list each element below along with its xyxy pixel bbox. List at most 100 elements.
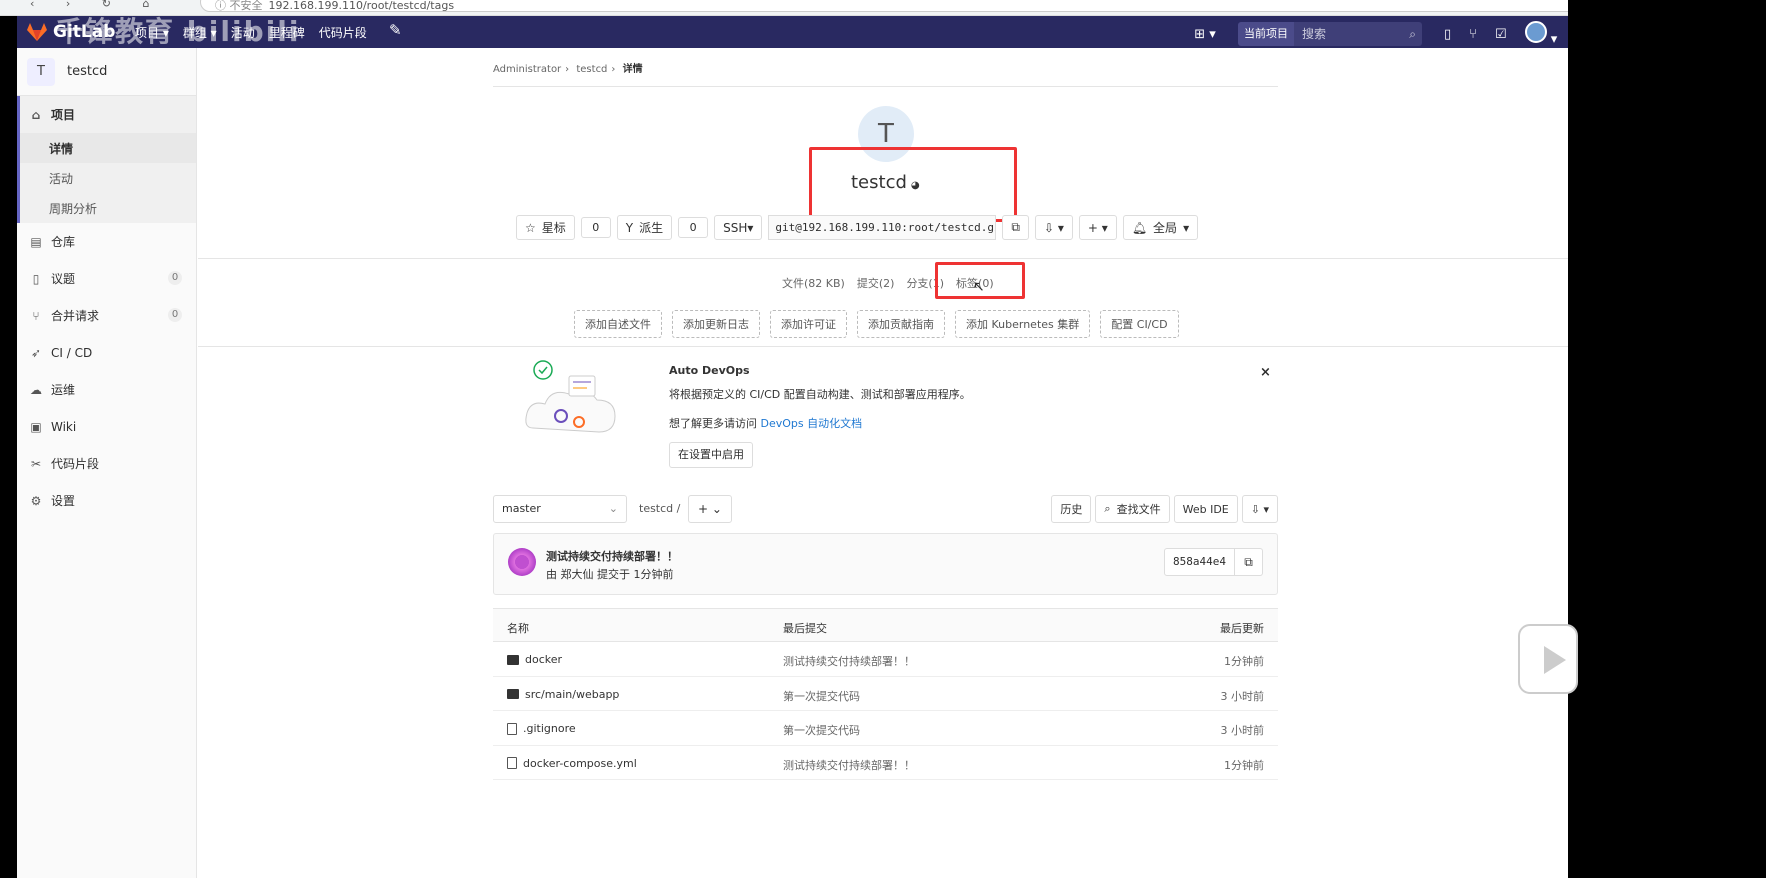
file-updated: 1分钟前 — [1224, 655, 1264, 668]
sidebar-item-settings[interactable]: ⚙ 设置 — [17, 482, 196, 519]
sidebar-item-label: 仓库 — [51, 235, 76, 249]
avatar[interactable]: ▾ — [1524, 21, 1557, 47]
sidebar-item-project[interactable]: ⌂ 项目 — [20, 96, 196, 133]
table-row[interactable]: src/main/webapp 第一次提交代码 3 小时前 — [493, 677, 1278, 711]
devops-docs-link[interactable]: DevOps 自动化文档 — [761, 417, 863, 430]
add-contributing-button[interactable]: 添加贡献指南 — [857, 310, 945, 338]
project-avatar: T — [27, 57, 55, 86]
divider — [198, 258, 1568, 259]
sidebar-item-issues[interactable]: ▯ 议题 0 — [17, 260, 196, 297]
sidebar-item-label: 合并请求 — [51, 309, 100, 323]
auto-devops-banner: Auto DevOps 将根据预定义的 CI/CD 配置自动构建、测试和部署应用… — [523, 358, 1283, 478]
web-ide-button[interactable]: Web IDE — [1173, 495, 1238, 523]
add-readme-button[interactable]: 添加自述文件 — [574, 310, 662, 338]
download-dropdown[interactable]: ⇩ ▾ — [1035, 215, 1073, 240]
add-changelog-button[interactable]: 添加更新日志 — [672, 310, 760, 338]
col-last-update: 最后更新 — [1220, 622, 1264, 635]
copy-sha-button[interactable]: ⧉ — [1235, 548, 1263, 576]
find-file-label: 查找文件 — [1116, 503, 1161, 516]
fork-count[interactable]: 0 — [678, 217, 709, 238]
clone-url-input[interactable]: git@192.168.199.110:root/testcd.git — [768, 215, 997, 240]
commit-sha[interactable]: 858a44e4 — [1164, 548, 1235, 576]
history-button[interactable]: 历史 — [1051, 495, 1092, 523]
table-row[interactable]: docker 测试持续交付持续部署！！ 1分钟前 — [493, 642, 1278, 677]
sidebar-item-label: 项目 — [51, 108, 76, 122]
commit-message[interactable]: 测试持续交付持续部署！！ — [546, 548, 678, 564]
branch-select[interactable]: master ⌄ — [493, 495, 627, 523]
add-dropdown[interactable]: + ▾ — [1078, 215, 1117, 240]
close-icon[interactable]: × — [1260, 365, 1271, 380]
add-links: 添加自述文件 添加更新日志 添加许可证 添加贡献指南 添加 Kubernetes… — [574, 310, 1179, 338]
sidebar-item-operations[interactable]: ☁ 运维 — [17, 371, 196, 408]
file-commit[interactable]: 第一次提交代码 — [783, 688, 860, 704]
mr-count: 0 — [168, 308, 182, 322]
stat-files[interactable]: 文件(82 KB) — [782, 275, 845, 291]
sidebar-item-wiki[interactable]: ▣ Wiki — [17, 408, 196, 445]
cloud-icon: ☁ — [30, 382, 42, 397]
screen: ‹ › ↻ ⌂ ⓘ 不安全 192.168.199.110/root/testcd… — [0, 0, 1766, 878]
file-updated: 3 小时前 — [1220, 724, 1265, 737]
new-dropdown-icon[interactable]: ⊞ ▾ — [1190, 23, 1220, 45]
file-name: src/main/webapp — [525, 687, 620, 701]
sidebar-item-snippets[interactable]: ✂ 代码片段 — [17, 445, 196, 482]
sidebar-sub-details[interactable]: 详情 — [20, 133, 196, 163]
repo-path[interactable]: testcd / — [639, 502, 680, 515]
sidebar-group-project: ⌂ 项目 详情 活动 周期分析 — [17, 96, 196, 223]
sidebar-project-name: testcd — [67, 64, 108, 79]
chevron-down-icon: ⌄ — [608, 502, 618, 515]
tree-toolbar: master ⌄ testcd / + ⌄ 历史 ⌕ 查找文件 Web IDE ⇩ … — [493, 495, 1278, 523]
file-name: docker-compose.yml — [523, 756, 637, 770]
gitlab-header: GitLab 项目 ▾ 群组 ▾ 活动 里程碑 代码片段 ✎ 千锋教育 bili… — [17, 15, 1766, 48]
sidebar-sub-activity[interactable]: 活动 — [20, 163, 196, 193]
address-bar[interactable]: ⓘ 不安全 192.168.199.110/root/testcd/tags — [200, 0, 1640, 12]
commit-author-avatar[interactable] — [508, 548, 536, 576]
fork-button[interactable]: Y 派生 — [616, 215, 673, 240]
table-row[interactable]: docker-compose.yml 测试持续交付持续部署！！ 1分钟前 — [493, 746, 1278, 780]
find-file-button[interactable]: ⌕ 查找文件 — [1095, 495, 1170, 523]
browser-nav-buttons[interactable]: ‹ › ↻ ⌂ — [30, 0, 164, 10]
sidebar-sub-cycle[interactable]: 周期分析 — [20, 193, 196, 223]
sidebar-item-merge-requests[interactable]: ⑂ 合并请求 0 — [17, 297, 196, 334]
file-commit[interactable]: 测试持续交付持续部署！！ — [783, 757, 915, 773]
admin-wrench-icon[interactable]: ✎ — [389, 21, 402, 39]
nav-snippets[interactable]: 代码片段 — [319, 24, 367, 41]
sidebar-item-label: CI / CD — [51, 345, 93, 360]
sidebar-item-cicd[interactable]: ➶ CI / CD — [17, 334, 196, 371]
sidebar-project-header[interactable]: T testcd — [17, 48, 196, 96]
star-button[interactable]: ☆ 星标 — [516, 215, 575, 240]
breadcrumb-admin[interactable]: Administrator — [493, 64, 561, 75]
protocol-dropdown[interactable]: SSH▾ — [714, 215, 763, 240]
stat-commits[interactable]: 提交(2) — [857, 275, 895, 291]
search-input[interactable]: 搜索 ⌕ — [1294, 22, 1422, 46]
search-scope[interactable]: 当前项目 — [1238, 22, 1294, 46]
breadcrumb-project[interactable]: testcd — [576, 64, 607, 75]
add-file-dropdown[interactable]: + ⌄ — [688, 495, 732, 523]
right-black-bar — [1568, 0, 1766, 878]
file-commit[interactable]: 第一次提交代码 — [783, 722, 860, 738]
star-label: 星标 — [541, 221, 566, 235]
divider — [493, 86, 1278, 87]
file-commit[interactable]: 测试持续交付持续部署！！ — [783, 653, 915, 669]
issues-icon[interactable]: ▯ — [1444, 27, 1451, 42]
commit-sha-group: 858a44e4 ⧉ — [1164, 548, 1263, 576]
enable-in-settings-button[interactable]: 在设置中启用 — [669, 442, 753, 468]
video-play-icon[interactable] — [1518, 624, 1578, 694]
download-dropdown[interactable]: ⇩ ▾ — [1241, 495, 1278, 523]
add-k8s-button[interactable]: 添加 Kubernetes 集群 — [955, 310, 1091, 338]
sidebar: T testcd ⌂ 项目 详情 活动 周期分析 ▤ 仓库 ▯ 议题 0 ⑂ 合并请求 0 … — [17, 48, 197, 878]
notification-dropdown[interactable]: 🔔︎ 全局 ▾ — [1122, 215, 1199, 240]
file-name-cell[interactable]: docker — [507, 653, 562, 666]
setup-cicd-button[interactable]: 配置 CI/CD — [1100, 310, 1179, 338]
file-name-cell[interactable]: docker-compose.yml — [507, 757, 637, 770]
star-count[interactable]: 0 — [580, 217, 611, 238]
add-license-button[interactable]: 添加许可证 — [770, 310, 847, 338]
file-name-cell[interactable]: src/main/webapp — [507, 688, 619, 701]
table-row[interactable]: .gitignore 第一次提交代码 3 小时前 — [493, 711, 1278, 746]
file-name-cell[interactable]: .gitignore — [507, 722, 576, 735]
download-icon: ⇩ ▾ — [1044, 220, 1064, 235]
breadcrumb-current[interactable]: 详情 — [623, 64, 643, 75]
todo-icon[interactable]: ☑ — [1495, 27, 1507, 42]
merge-request-icon[interactable]: ⑂ — [1469, 27, 1477, 42]
copy-url-button[interactable]: ⧉ — [1002, 215, 1029, 240]
sidebar-item-repository[interactable]: ▤ 仓库 — [17, 223, 196, 260]
